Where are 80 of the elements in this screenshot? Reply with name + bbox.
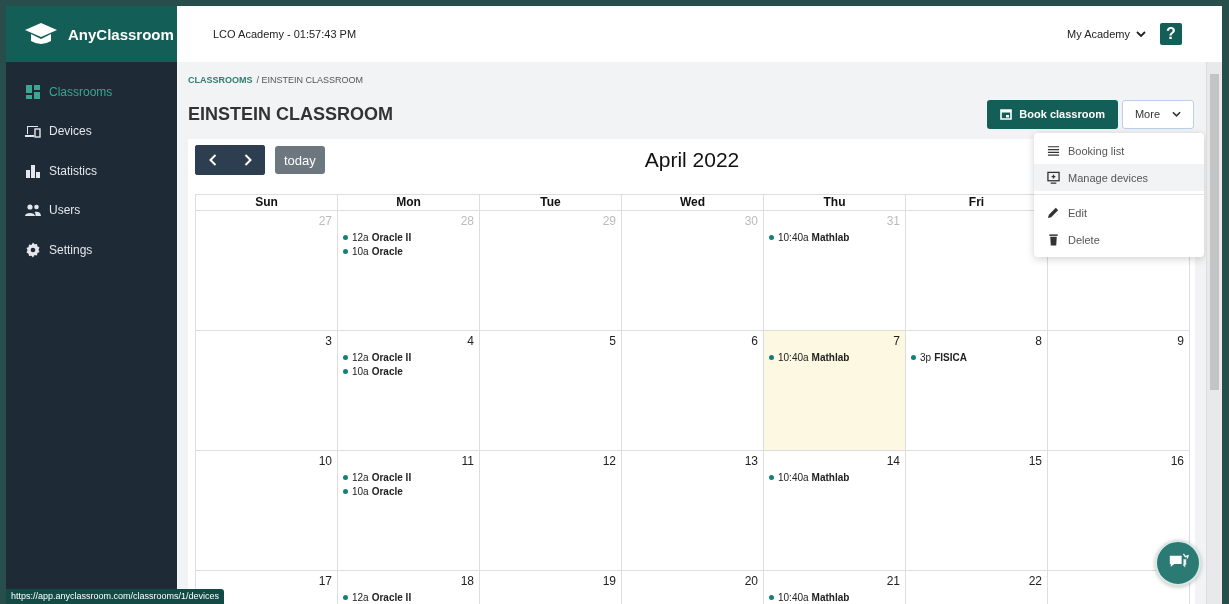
day-number: 21	[886, 574, 900, 588]
calendar-event[interactable]: 12a Oracle II	[343, 591, 474, 603]
day-number: 4	[467, 334, 474, 348]
day-number: 18	[460, 574, 474, 588]
day-number: 6	[751, 334, 758, 348]
calendar-event[interactable]: 10:40a Mathlab	[769, 351, 900, 363]
day-number: 10	[318, 454, 332, 468]
day-number: 15	[1028, 454, 1042, 468]
day-number: 16	[1170, 454, 1184, 468]
breadcrumb-link[interactable]: CLASSROOMS	[188, 75, 253, 85]
day-number: 14	[886, 454, 900, 468]
calendar-event[interactable]: 10:40a Mathlab	[769, 231, 900, 243]
calendar-event[interactable]: 10:40a Mathlab	[769, 471, 900, 483]
breadcrumb-current: / EINSTEIN CLASSROOM	[256, 75, 364, 85]
day-number: 28	[460, 214, 474, 228]
calendar-event[interactable]: 10a Oracle	[343, 485, 474, 497]
menu-item[interactable]: Booking list	[1034, 137, 1204, 164]
day-number: 22	[1028, 574, 1042, 588]
chevron-down-icon	[1172, 111, 1181, 117]
day-number: 11	[461, 454, 474, 468]
menu-item[interactable]: Manage devices	[1034, 164, 1204, 191]
day-number: 13	[744, 454, 758, 468]
menu-item[interactable]: Delete	[1034, 226, 1204, 253]
dashboard-icon	[25, 83, 41, 100]
scrollbar[interactable]	[1206, 62, 1222, 604]
month-title: April 2022	[644, 148, 740, 172]
bar-chart-icon	[25, 162, 41, 179]
day-number: 20	[744, 574, 758, 588]
pencil-icon	[1047, 206, 1060, 219]
chevron-right-icon	[243, 154, 252, 166]
help-button[interactable]: ?	[1160, 23, 1182, 45]
day-number: 7	[893, 334, 900, 348]
calendar-event[interactable]: 12a Oracle II	[343, 351, 474, 363]
devices-icon	[25, 123, 41, 140]
day-number: 27	[318, 214, 332, 228]
weekday-header: Tue	[540, 195, 561, 209]
day-number: 12	[602, 454, 616, 468]
day-number: 5	[609, 334, 616, 348]
day-number: 31	[886, 214, 900, 228]
more-dropdown-button[interactable]: More	[1121, 99, 1194, 129]
menu-item[interactable]: Edit	[1034, 199, 1204, 226]
account-dropdown[interactable]: My Academy	[1067, 28, 1146, 40]
sidebar-item[interactable]: Statistics	[6, 151, 177, 191]
sidebar-item[interactable]: Classrooms	[6, 72, 177, 112]
weekday-header: Thu	[823, 195, 846, 209]
day-number: 19	[602, 574, 616, 588]
users-icon	[25, 202, 41, 219]
sidebar-item[interactable]: Users	[6, 190, 177, 230]
calendar-event[interactable]: 10a Oracle	[343, 365, 474, 377]
day-number: 8	[1035, 334, 1042, 348]
day-number: 9	[1177, 334, 1184, 348]
academy-title: LCO Academy - 01:57:43 PM	[213, 28, 358, 40]
calendar-event[interactable]: 12a Oracle II	[343, 231, 474, 243]
calendar-event[interactable]: 12a Oracle II	[343, 471, 474, 483]
weekday-header: Wed	[679, 195, 706, 209]
day-number: 17	[318, 574, 332, 588]
weekday-header: Sun	[255, 195, 278, 209]
chevron-left-icon	[208, 154, 217, 166]
trash-icon	[1047, 233, 1060, 246]
weekday-header: Fri	[968, 195, 985, 209]
day-number: 29	[602, 214, 616, 228]
list-icon	[1047, 144, 1060, 157]
status-url: https://app.anyclassroom.com/classrooms/1/devices	[6, 589, 225, 604]
graduation-cap-icon	[24, 22, 58, 46]
settings-icon	[25, 241, 41, 258]
calendar-event[interactable]: 3p FISICA	[911, 351, 1042, 363]
sidebar-item[interactable]: Devices	[6, 111, 177, 151]
chevron-down-icon	[1136, 31, 1146, 37]
day-number: 30	[744, 214, 758, 228]
monitor-icon	[1047, 171, 1060, 184]
calendar-icon	[1000, 108, 1013, 120]
calendar-event[interactable]: 10a Oracle	[343, 245, 474, 257]
day-number: 3	[325, 334, 332, 348]
page-title: EINSTEIN CLASSROOM	[188, 103, 393, 125]
calendar-event[interactable]: 10:40a Mathlab	[769, 591, 900, 603]
book-classroom-button[interactable]: Book classroom	[987, 99, 1118, 129]
brand-name: AnyClassroom	[68, 25, 174, 43]
today-button[interactable]: today	[275, 146, 325, 174]
sidebar-item[interactable]: Settings	[6, 230, 177, 270]
weekday-header: Mon	[396, 195, 421, 209]
